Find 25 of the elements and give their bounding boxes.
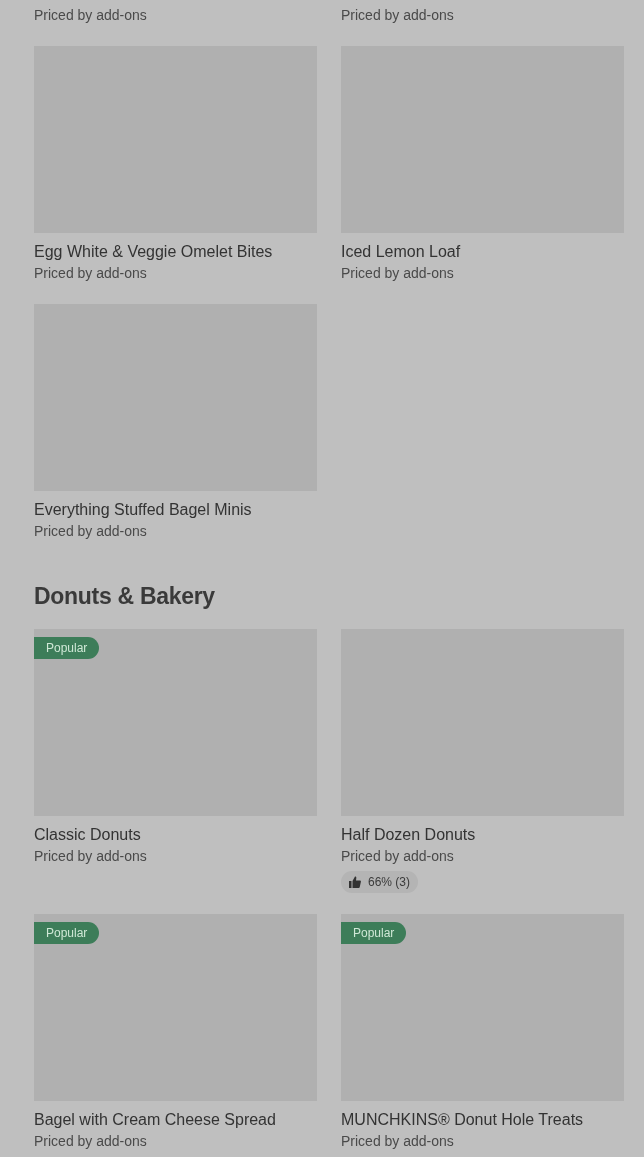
item-price: Priced by add-ons [341,6,454,25]
item-price: Priced by add-ons [34,1132,147,1151]
item-price: Priced by add-ons [341,1132,454,1151]
item-price: Priced by add-ons [34,6,147,25]
image-placeholder[interactable]: Popular [34,914,317,1101]
item-price: Priced by add-ons [341,264,454,283]
item-name: Half Dozen Donuts [341,825,476,845]
popular-badge: Popular [34,922,100,944]
thumbs-up-icon [349,876,361,888]
item-name: Egg White & Veggie Omelet Bites [34,242,273,262]
item-name: MUNCHKINS® Donut Hole Treats [341,1110,584,1130]
image-placeholder[interactable]: Popular [341,914,624,1101]
item-price: Priced by add-ons [34,264,147,283]
section-heading: Donuts & Bakery [34,582,216,611]
popular-badge: Popular [34,637,100,659]
item-price: Priced by add-ons [34,847,147,866]
item-name: Everything Stuffed Bagel Minis [34,500,252,520]
item-price: Priced by add-ons [341,847,454,866]
rating-text: 66% (3) [368,874,411,891]
item-name: Iced Lemon Loaf [341,242,461,262]
item-price: Priced by add-ons [34,522,147,541]
popular-badge: Popular [341,922,407,944]
image-placeholder[interactable]: Popular [34,629,317,816]
item-name: Bagel with Cream Cheese Spread [34,1110,276,1130]
item-name: Classic Donuts [34,825,141,845]
